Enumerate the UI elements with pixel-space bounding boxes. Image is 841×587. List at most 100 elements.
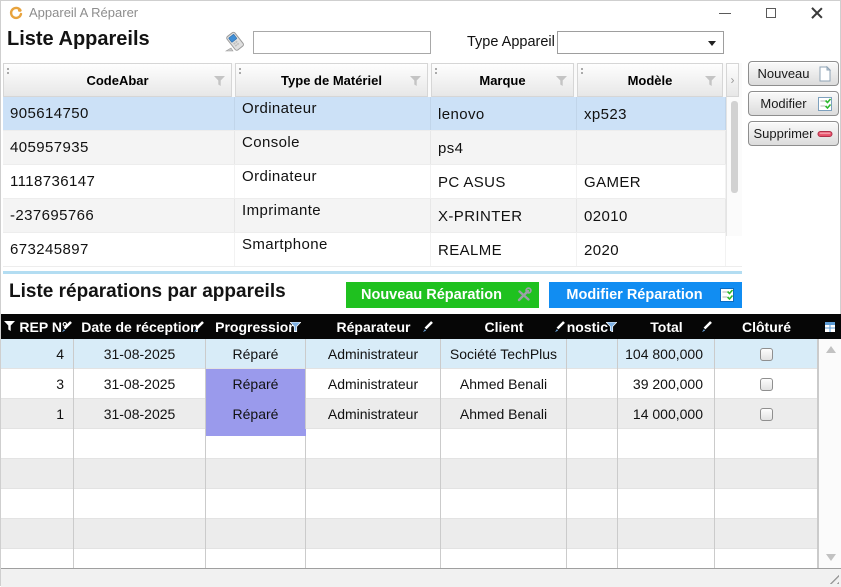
title-bar: Appareil A Réparer — [1, 1, 840, 25]
cell-diagnostic — [567, 369, 618, 399]
column-header-marque[interactable]: Marque — [431, 63, 574, 97]
barcode-scanner-icon — [222, 29, 249, 56]
cell-client: Société TechPlus — [441, 339, 567, 369]
cell-modele: xp523 — [577, 97, 726, 130]
cell-date: 31-08-2025 — [74, 399, 206, 429]
column-header-date-reception[interactable]: Date de réception — [74, 314, 206, 339]
app-window: Appareil A Réparer Liste Appareils Type … — [0, 0, 841, 586]
column-header-diagnostic[interactable]: Diagnostic — [567, 314, 618, 339]
cell-modele — [577, 131, 726, 164]
table-row[interactable]: 673245897 Smartphone REALME 2020 — [3, 233, 742, 267]
filter-funnel-icon[interactable] — [410, 76, 421, 86]
tools-icon — [516, 287, 532, 303]
chevron-down-icon — [708, 41, 716, 46]
table-row[interactable]: -237695766 Imprimante X-PRINTER 02010 — [3, 199, 742, 233]
column-header-progression[interactable]: Progression — [206, 314, 306, 339]
type-appareil-combobox[interactable] — [557, 31, 724, 54]
cell-marque: PC ASUS — [431, 165, 577, 198]
scrollbar-thumb[interactable] — [731, 101, 738, 193]
appareils-table-body: 905614750 Ordinateur lenovo xp523 405957… — [3, 97, 742, 270]
modifier-button[interactable]: Modifier — [748, 91, 839, 116]
close-button[interactable] — [794, 1, 840, 25]
window-title: Appareil A Réparer — [29, 1, 138, 25]
grid-options-button[interactable] — [818, 314, 841, 339]
table-row[interactable]: 3 31-08-2025 Réparé Administrateur Ahmed… — [1, 369, 841, 399]
column-header-codeabar[interactable]: CodeAbar — [3, 63, 232, 97]
cell-rep-n: 1 — [1, 399, 74, 429]
column-header-cloture[interactable]: Clôturé — [715, 314, 818, 339]
filter-funnel-icon[interactable] — [214, 76, 225, 86]
cell-codeabar: 405957935 — [3, 131, 235, 164]
column-header-client[interactable]: Client — [441, 314, 567, 339]
cell-marque: X-PRINTER — [431, 199, 577, 232]
filter-funnel-icon[interactable] — [556, 76, 567, 86]
column-header-modele[interactable]: Modèle — [577, 63, 723, 97]
cell-codeabar: -237695766 — [3, 199, 235, 232]
resize-grip[interactable] — [826, 571, 839, 584]
cell-progression: Réparé — [206, 399, 306, 429]
cell-marque: lenovo — [431, 97, 577, 130]
pencil-icon — [700, 320, 713, 333]
cell-diagnostic — [567, 399, 618, 429]
wrench-icon — [9, 6, 23, 20]
crud-buttons: Nouveau Modifier Supprimer — [748, 61, 839, 151]
filter-funnel-icon[interactable] — [705, 76, 716, 86]
type-appareil-label: Type Appareil — [467, 34, 555, 50]
cell-total: 14 000,000 — [618, 399, 715, 429]
table-row[interactable]: 1 31-08-2025 Réparé Administrateur Ahmed… — [1, 399, 841, 429]
appareils-heading: Liste Appareils — [7, 28, 150, 51]
table-row[interactable]: 405957935 Console ps4 — [3, 131, 742, 165]
cell-diagnostic — [567, 339, 618, 369]
supprimer-button[interactable]: Supprimer — [748, 121, 839, 146]
cell-date: 31-08-2025 — [74, 339, 206, 369]
table-row[interactable]: 1118736147 Ordinateur PC ASUS GAMER — [3, 165, 742, 199]
nouveau-button[interactable]: Nouveau — [748, 61, 839, 86]
cloture-checkbox[interactable] — [760, 408, 773, 421]
empty-row — [1, 489, 841, 519]
cell-reparateur: Administrateur — [306, 339, 441, 369]
cell-marque: ps4 — [431, 131, 577, 164]
cell-total: 104 800,000 — [618, 339, 715, 369]
checklist-icon — [719, 287, 735, 303]
filter-funnel-icon[interactable] — [4, 321, 15, 331]
maximize-button[interactable] — [748, 1, 794, 25]
scroll-up-icon[interactable] — [826, 346, 836, 353]
filter-funnel-icon[interactable] — [606, 322, 617, 332]
column-header-rep-n[interactable]: REP N° — [1, 314, 74, 339]
cell-type: Console — [235, 131, 431, 164]
search-input[interactable] — [253, 31, 431, 54]
minimize-button[interactable] — [702, 1, 748, 25]
cell-modele: 02010 — [577, 199, 726, 232]
column-header-reparateur[interactable]: Réparateur — [306, 314, 441, 339]
empty-row — [1, 519, 841, 549]
column-header-type-materiel[interactable]: Type de Matériel — [235, 63, 428, 97]
vertical-scrollbar[interactable] — [726, 97, 742, 236]
cell-reparateur: Administrateur — [306, 369, 441, 399]
cloture-checkbox[interactable] — [760, 348, 773, 361]
column-header-total[interactable]: Total — [618, 314, 715, 339]
reparations-table-header: REP N° Date de réception Progression Rép… — [1, 314, 841, 339]
empty-row — [1, 429, 841, 459]
cell-modele: 2020 — [577, 233, 726, 266]
reparations-heading: Liste réparations par appareils — [9, 281, 286, 303]
scroll-down-icon[interactable] — [826, 554, 836, 561]
progression-highlight-overflow — [206, 429, 306, 436]
appareils-table: CodeAbar Type de Matériel Marque Modèle … — [3, 63, 742, 270]
pencil-icon — [553, 320, 566, 333]
drag-handle-icon — [239, 68, 241, 70]
filter-funnel-icon[interactable] — [290, 322, 301, 332]
scroll-column-header[interactable]: › — [726, 63, 739, 97]
cell-cloture — [715, 399, 818, 429]
nouveau-reparation-button[interactable]: Nouveau Réparation — [346, 282, 539, 308]
table-row[interactable]: 905614750 Ordinateur lenovo xp523 — [3, 97, 742, 131]
cell-progression: Réparé — [206, 339, 306, 369]
vertical-scrollbar[interactable] — [818, 339, 841, 569]
drag-handle-icon — [435, 68, 437, 70]
modifier-reparation-button[interactable]: Modifier Réparation — [549, 282, 742, 308]
cloture-checkbox[interactable] — [760, 378, 773, 391]
cell-type: Ordinateur — [235, 165, 431, 198]
horizontal-scroll-accent — [3, 271, 742, 274]
chevron-right-icon: › — [731, 73, 735, 87]
table-row[interactable]: 4 31-08-2025 Réparé Administrateur Socié… — [1, 339, 841, 369]
cell-reparateur: Administrateur — [306, 399, 441, 429]
